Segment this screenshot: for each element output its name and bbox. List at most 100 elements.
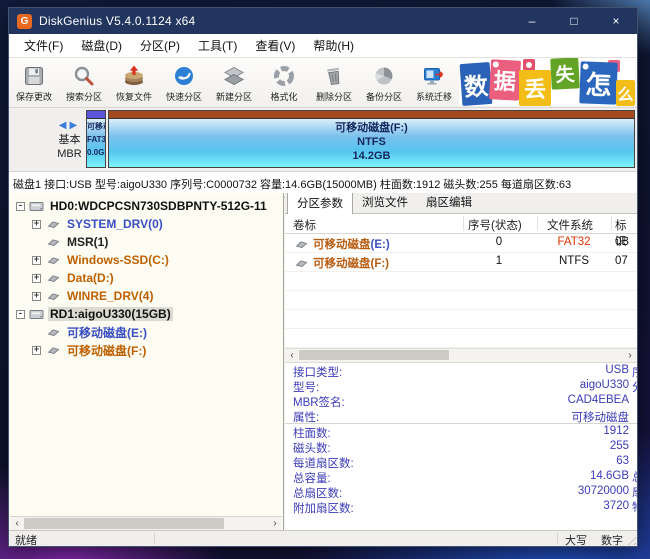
property-value: 可移动磁盘 (571, 412, 630, 424)
tab-sector-edit[interactable]: 扇区编辑 (417, 193, 481, 213)
tree-item-label: WINRE_DRV(4) (67, 289, 154, 303)
col-file-system[interactable]: 文件系统 (547, 217, 593, 233)
scroll-left-icon[interactable]: ‹ (10, 517, 24, 530)
tree-item-2[interactable]: MSR(1) (9, 233, 283, 251)
tree-toggle-icon[interactable]: + (32, 219, 41, 229)
toolbar-quick-partition-button[interactable]: 快速分区 (159, 58, 209, 107)
clipped-property-label: 物 (632, 499, 637, 515)
table-empty-row (285, 291, 637, 310)
partition-block-e[interactable]: 可移动磁盘(E:) FAT32 (0B) 0.0GB (86, 110, 106, 168)
disk-properties-list: 接口类型: USB 型号: aigoU330 MBR签名: CAD4EBEA 属性: 可移动磁… (285, 363, 637, 515)
menu-item-5[interactable]: 帮助(H) (304, 37, 363, 54)
tree-item-4[interactable]: + Data(D:) (9, 269, 283, 287)
index-cell: 0 (495, 236, 503, 248)
tree-item-5[interactable]: + WINRE_DRV(4) (9, 287, 283, 305)
status-ready: 就绪 (15, 535, 37, 547)
ad-tile-据[interactable]: 据 (488, 59, 522, 101)
minimize-button[interactable]: – (511, 8, 553, 34)
resize-grip[interactable] (624, 533, 636, 545)
volume-label-cell: 可移动磁盘(F:) (293, 255, 389, 271)
ad-tile-么[interactable]: 么 (616, 80, 635, 106)
close-button[interactable]: × (595, 8, 637, 34)
filesystem-cell: NTFS (558, 255, 590, 267)
tree-item-6[interactable]: - RD1:aigoU330(15GB) (9, 305, 283, 323)
tab-browse-files[interactable]: 浏览文件 (353, 193, 417, 213)
toolbar-format-button[interactable]: 格式化 (259, 58, 309, 107)
scroll-right-icon[interactable]: › (623, 349, 637, 362)
toolbar-delete-partition-button[interactable]: 删除分区 (309, 58, 359, 107)
toolbar-new-partition-button[interactable]: 新建分区 (209, 58, 259, 107)
save-icon (22, 63, 46, 89)
status-numlock: 数字 (601, 535, 623, 547)
col-index-status[interactable]: 序号(状态) (468, 217, 522, 233)
col-volume-label[interactable]: 卷标 (293, 217, 316, 233)
tree-toggle-icon[interactable]: - (16, 309, 25, 319)
partition-icon (45, 237, 61, 247)
property-row-0: 接口类型: USB (285, 363, 637, 379)
volume-name: 可移动磁盘 (313, 258, 371, 270)
tree-item-0[interactable]: - HD0:WDCPCSN730SDBPNTY-512G-11 (9, 197, 283, 215)
scroll-left-icon[interactable]: ‹ (285, 349, 299, 362)
ad-banner[interactable]: 数据丢失怎么 (459, 58, 635, 106)
partition-icon (45, 291, 61, 301)
scrollbar-thumb[interactable] (24, 518, 224, 529)
partition-table-header: 卷标 序号(状态) 文件系统 标识 (285, 214, 637, 248)
ad-dot (582, 63, 589, 70)
ad-tile-数[interactable]: 数 (459, 62, 493, 106)
ad-tile-怎[interactable]: 怎 (579, 61, 618, 105)
partition-type-strip (109, 111, 634, 119)
maximize-button[interactable]: □ (553, 8, 595, 34)
toolbar-button-label: 快速分区 (165, 92, 202, 102)
menu-item-1[interactable]: 磁盘(D) (72, 37, 131, 54)
tree-item-1[interactable]: + SYSTEM_DRV(0) (9, 215, 283, 233)
scrollbar-thumb[interactable] (299, 350, 449, 360)
partition-icon (293, 239, 309, 252)
nav-forward-icon[interactable]: ▶ (70, 120, 81, 131)
tree-toggle-icon[interactable]: + (32, 345, 41, 355)
toolbar-search-button[interactable]: 搜索分区 (59, 58, 109, 107)
detail-horizontal-scrollbar[interactable]: ‹ › (285, 348, 637, 363)
scroll-right-icon[interactable]: › (268, 517, 282, 530)
toolbar-backup-partition-button[interactable]: 备份分区 (359, 58, 409, 107)
table-row-1[interactable]: 可移动磁盘(F:) 1 NTFS 07 (285, 253, 637, 272)
property-row-7: 总容量: 14.6GB (285, 469, 637, 485)
menu-item-0[interactable]: 文件(F) (15, 37, 72, 54)
toolbar-save-button[interactable]: 保存更改 (9, 58, 59, 107)
tree-item-label: 可移动磁盘(E:) (67, 325, 147, 340)
tab-partition-params[interactable]: 分区参数 (287, 193, 353, 214)
property-row-9: 附加扇区数: 3720 (285, 499, 637, 515)
tree-toggle-icon[interactable]: + (32, 255, 41, 265)
disk-icon (29, 308, 44, 320)
toolbar-button-label: 恢复文件 (115, 92, 152, 102)
ad-tile-失[interactable]: 失 (550, 58, 580, 90)
partition-block-f[interactable]: 可移动磁盘(F:) NTFS 14.2GB (108, 110, 635, 168)
tree-item-3[interactable]: + Windows-SSD(C:) (9, 251, 283, 269)
tree-toggle-icon[interactable]: - (16, 201, 25, 211)
toolbar-recover-files-button[interactable]: 恢复文件 (109, 58, 159, 107)
tree-item-7[interactable]: 可移动磁盘(E:) (9, 323, 283, 341)
property-value: aigoU330 (579, 379, 629, 391)
tree-item-8[interactable]: + 可移动磁盘(F:) (9, 341, 283, 359)
tree-horizontal-scrollbar[interactable]: ‹ › (10, 516, 282, 531)
ad-tile-丢[interactable]: 丢 (519, 70, 551, 106)
ad-dot (492, 61, 499, 68)
tree-item-label: SYSTEM_DRV(0) (67, 217, 163, 231)
partition-icon (293, 258, 309, 271)
partition-icon (45, 327, 61, 337)
tree-toggle-icon[interactable]: + (32, 273, 41, 283)
table-row-0[interactable]: 可移动磁盘(E:) 0 FAT32 0B (285, 234, 637, 253)
search-icon (72, 63, 96, 89)
menu-item-2[interactable]: 分区(P) (131, 37, 189, 54)
partition-fs: FAT32 (0B) (87, 135, 105, 144)
menu-item-3[interactable]: 工具(T) (189, 37, 246, 54)
partition-nav-arrows[interactable]: ◀▶ (59, 119, 80, 133)
partition-icon (45, 345, 61, 355)
tree-toggle-icon[interactable]: + (32, 291, 41, 301)
tree-item-label: MSR(1) (67, 235, 109, 249)
menu-item-4[interactable]: 查看(V) (246, 37, 304, 54)
property-row-8: 总扇区数: 30720000 (285, 484, 637, 500)
property-value: USB (605, 364, 629, 376)
toolbar-system-migration-button[interactable]: 系统迁移 (409, 58, 459, 107)
nav-back-icon[interactable]: ◀ (59, 120, 70, 131)
delete-partition-icon (322, 63, 346, 89)
